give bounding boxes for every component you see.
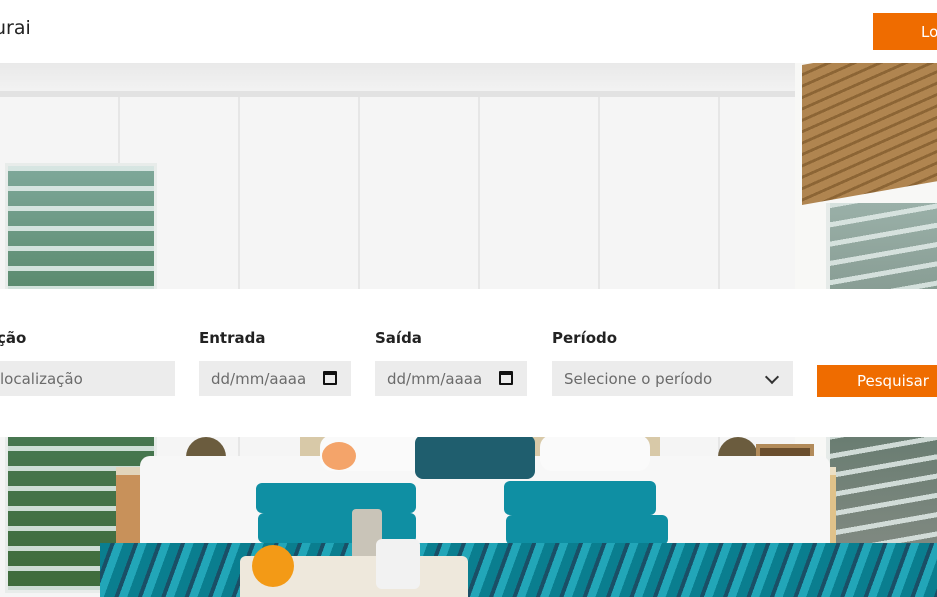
checkin-label: Entrada [199,329,266,347]
bed-throw [100,543,937,597]
checkout-placeholder: dd/mm/aaaa [387,369,483,388]
checkin-placeholder: dd/mm/aaaa [211,369,307,388]
orange-fruit [252,545,294,587]
period-selected-value: Selecione o período [564,369,713,388]
towel-left-top [256,483,416,513]
towel-right-bottom [506,515,668,545]
calendar-icon[interactable] [499,371,513,385]
checkin-date-input[interactable]: dd/mm/aaaa [199,361,351,396]
location-label: ção [0,329,27,347]
decorative-pillow [415,435,535,479]
period-label: Período [552,329,618,347]
search-button[interactable]: Pesquisar [817,365,937,397]
towel-right-top [504,481,656,515]
brand-name[interactable]: urai [0,17,31,39]
mug [376,539,420,589]
pillow-right [540,435,650,471]
location-input[interactable]: localização [0,361,175,396]
period-select[interactable]: Selecione o período [552,361,793,396]
login-button[interactable]: Lo [873,13,937,50]
rose-flower [322,442,356,470]
checkout-date-input[interactable]: dd/mm/aaaa [375,361,527,396]
search-panel: ção localização Entrada dd/mm/aaaa Saída… [0,289,937,437]
location-placeholder: localização [0,369,83,388]
checkout-label: Saída [375,329,422,347]
calendar-icon[interactable] [323,371,337,385]
bamboo-blind [802,63,937,205]
chevron-down-icon [764,369,780,385]
site-header: urai Lo [0,0,937,63]
